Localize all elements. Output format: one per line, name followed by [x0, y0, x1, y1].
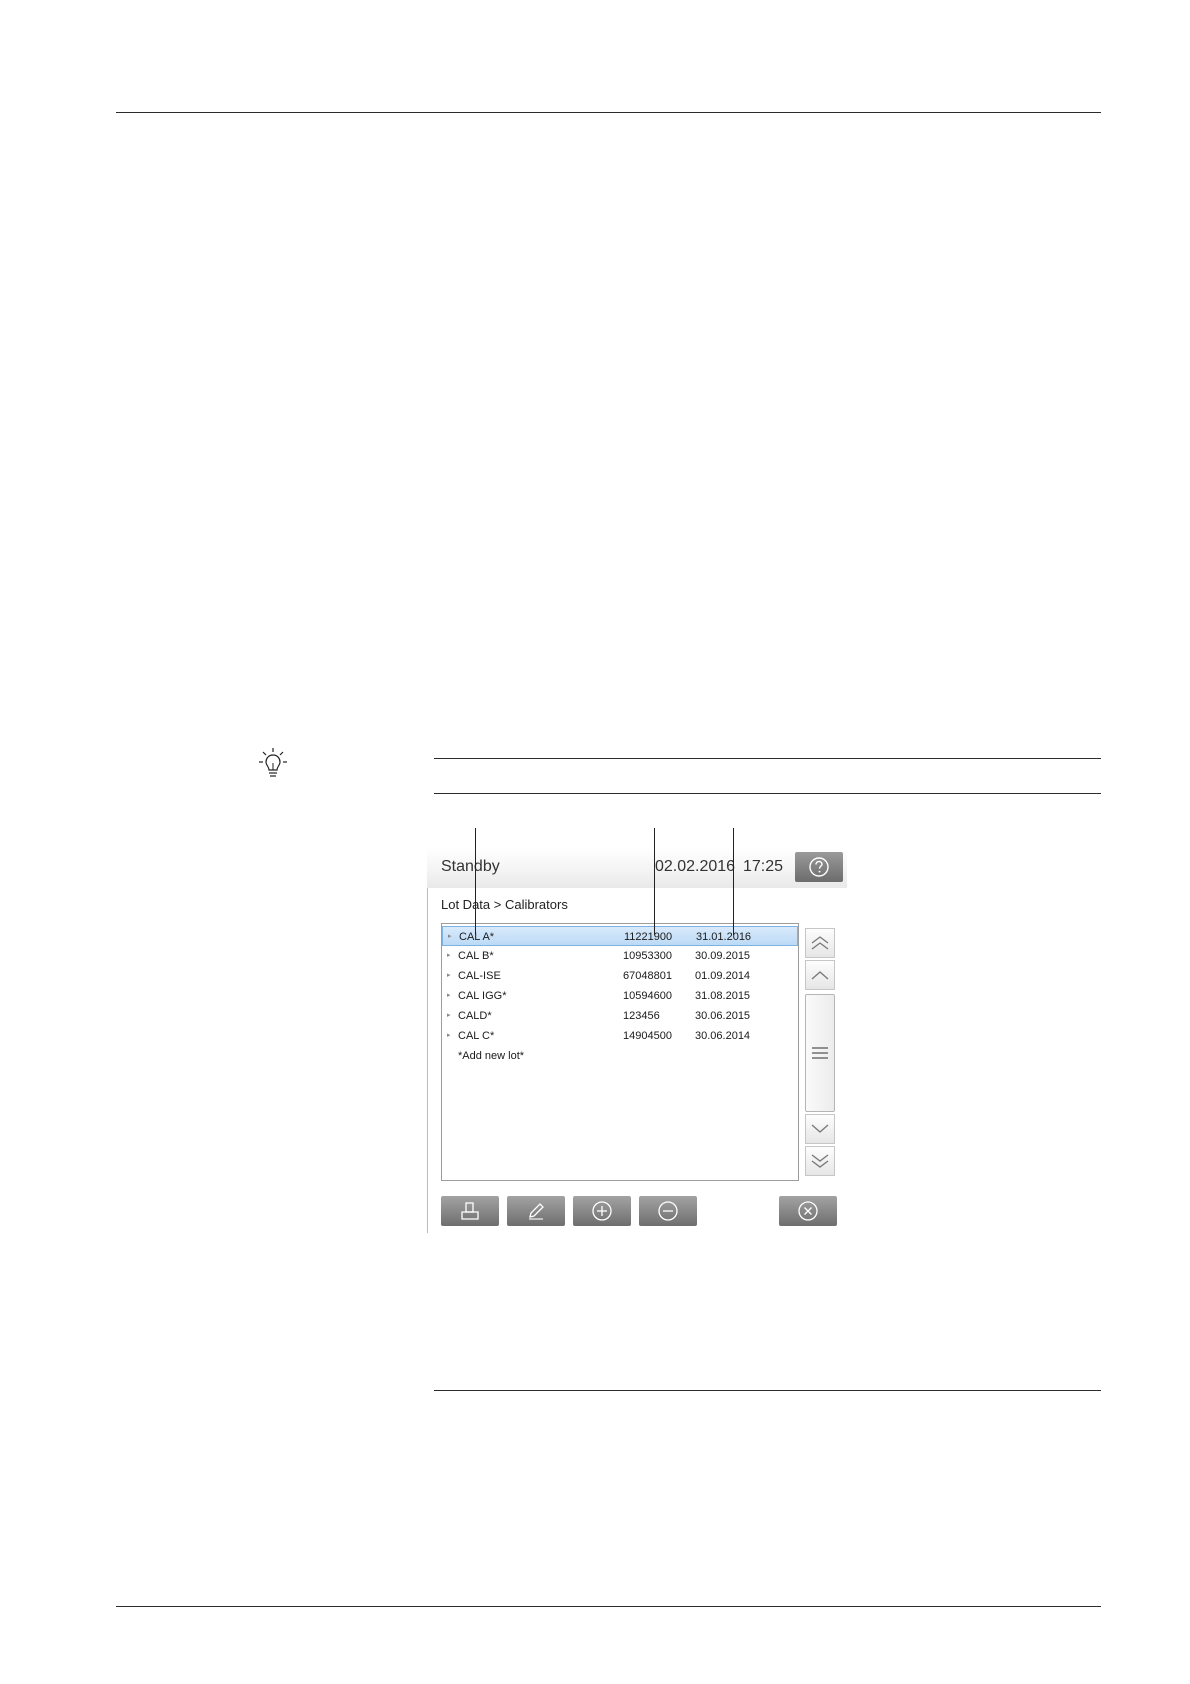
- callout-line-lot: [654, 828, 655, 935]
- lot-expiry: 31.01.2016: [696, 931, 752, 943]
- lot-expiry: 31.08.2015: [695, 990, 751, 1002]
- close-circle-icon: [798, 1201, 818, 1221]
- list-item[interactable]: ▸ CAL B* 10953300 30.09.2015: [442, 946, 798, 966]
- list-item[interactable]: ▸ CAL IGG* 10594600 31.08.2015: [442, 986, 798, 1006]
- status-text: Standby: [441, 858, 500, 875]
- lot-name: CAL IGG*: [458, 990, 507, 1002]
- lightbulb-icon: [258, 747, 288, 779]
- help-button[interactable]: [795, 852, 843, 882]
- expand-arrow-icon[interactable]: ▸: [447, 1011, 451, 1019]
- list-item[interactable]: ▸ CAL C* 14904500 30.06.2014: [442, 1026, 798, 1046]
- list-scrollbar[interactable]: [805, 928, 837, 1176]
- footer-rule: [116, 1606, 1101, 1607]
- breadcrumb: Lot Data > Calibrators: [441, 897, 568, 912]
- expand-arrow-icon[interactable]: ▸: [447, 1031, 451, 1039]
- scroll-thumb[interactable]: [805, 994, 835, 1112]
- lot-expiry: 30.06.2014: [695, 1030, 751, 1042]
- expand-arrow-icon[interactable]: ▸: [447, 971, 451, 979]
- lot-number: 67048801: [623, 970, 672, 982]
- lot-name: CAL B*: [458, 950, 494, 962]
- lot-expiry: 01.09.2014: [695, 970, 751, 982]
- close-button[interactable]: [779, 1196, 837, 1226]
- lot-name: CAL A*: [459, 931, 495, 943]
- question-icon: [809, 857, 829, 877]
- lot-number: 11221900: [624, 931, 673, 943]
- scroll-bottom-button[interactable]: [805, 1146, 835, 1176]
- lot-number: 10594600: [623, 990, 672, 1002]
- callout-line-name: [475, 828, 476, 935]
- tip-bottom-rule: [434, 1390, 1101, 1391]
- print-icon: [461, 1202, 479, 1220]
- expand-arrow-icon[interactable]: ▸: [448, 932, 452, 940]
- lot-data-screenshot: Standby 02.02.2016 17:25 Lot Data > Cali…: [427, 848, 847, 1233]
- chevron-down-icon: [811, 1124, 829, 1133]
- tip-top-rule: [434, 758, 1101, 759]
- minus-circle-icon: [658, 1201, 678, 1221]
- plus-circle-icon: [592, 1201, 612, 1221]
- double-chevron-down-icon: [811, 1154, 829, 1168]
- remove-button[interactable]: [639, 1196, 697, 1226]
- callout-line-expiry: [733, 828, 734, 935]
- edit-button[interactable]: [507, 1196, 565, 1226]
- list-item[interactable]: ▸ CALD* 123456 30.06.2015: [442, 1006, 798, 1026]
- expand-arrow-icon[interactable]: ▸: [447, 991, 451, 999]
- lot-expiry: 30.09.2015: [695, 950, 751, 962]
- header-rule: [116, 112, 1101, 113]
- add-new-lot-item[interactable]: *Add new lot*: [442, 1046, 798, 1066]
- grip-icon: [812, 1047, 828, 1059]
- lot-name: CALD*: [458, 1010, 492, 1022]
- scroll-top-button[interactable]: [805, 928, 835, 958]
- lot-number: 123456: [623, 1010, 660, 1022]
- status-bar: Standby 02.02.2016 17:25: [427, 848, 847, 888]
- chevron-up-icon: [811, 971, 829, 980]
- lot-expiry: 30.06.2015: [695, 1010, 751, 1022]
- list-item[interactable]: ▸ CAL-ISE 67048801 01.09.2014: [442, 966, 798, 986]
- add-button[interactable]: [573, 1196, 631, 1226]
- lot-number: 10953300: [623, 950, 672, 962]
- time-text: 17:25: [743, 858, 784, 875]
- lot-name: CAL-ISE: [458, 970, 501, 982]
- lot-number: 14904500: [623, 1030, 672, 1042]
- pencil-icon: [529, 1203, 544, 1220]
- date-text: 02.02.2016: [655, 858, 736, 875]
- scroll-down-button[interactable]: [805, 1114, 835, 1144]
- tip-title-rule: [434, 793, 1101, 794]
- expand-arrow-icon[interactable]: ▸: [447, 951, 451, 959]
- scroll-up-button[interactable]: [805, 960, 835, 990]
- lot-name: CAL C*: [458, 1030, 495, 1042]
- list-item[interactable]: ▸ CAL A* 11221900 31.01.2016: [442, 926, 798, 946]
- double-chevron-up-icon: [811, 936, 829, 950]
- add-new-lot-label: *Add new lot*: [458, 1050, 525, 1062]
- lot-list[interactable]: ▸ CAL A* 11221900 31.01.2016 ▸ CAL B* 10…: [441, 923, 799, 1181]
- print-button[interactable]: [441, 1196, 499, 1226]
